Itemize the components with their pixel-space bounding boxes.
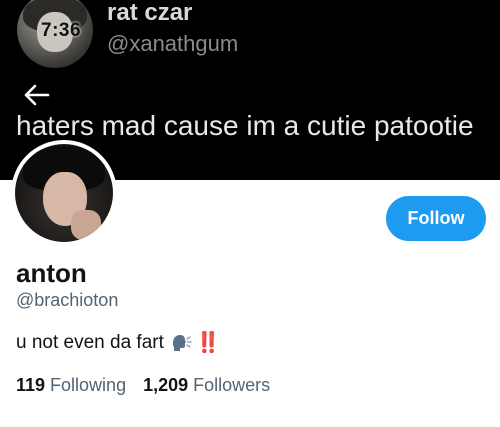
profile-display-name: anton	[16, 258, 87, 288]
profile-handle: @brachioton	[16, 290, 119, 310]
profile-bio: u not even da fart ‼️	[16, 330, 221, 355]
profile-avatar[interactable]	[11, 140, 117, 246]
quoted-tweet-text: haters mad cause im a cutie patootie	[16, 110, 474, 141]
bio-text: u not even da fart	[16, 331, 164, 353]
followers-count: 1,209	[143, 375, 189, 395]
double-exclamation-icon: ‼️	[195, 332, 221, 354]
follow-stats: 119 Following 1,209 Followers	[16, 375, 270, 396]
quoted-handle[interactable]: @xanathgum	[107, 31, 238, 57]
quoted-display-name[interactable]: rat czar	[107, 0, 192, 27]
follow-button[interactable]: Follow	[386, 196, 486, 241]
following-count: 119	[16, 375, 46, 395]
avatar-photo	[15, 144, 113, 242]
speaking-head-icon	[170, 334, 192, 352]
following-stat[interactable]: 119 Following	[16, 375, 126, 396]
avatar-hand	[71, 210, 101, 240]
following-label: Following	[50, 375, 127, 395]
followers-stat[interactable]: 1,209 Followers	[143, 375, 270, 396]
arrow-left-icon[interactable]	[23, 83, 51, 107]
followers-label: Followers	[193, 375, 271, 395]
time-overlay: 7:36	[41, 20, 82, 41]
